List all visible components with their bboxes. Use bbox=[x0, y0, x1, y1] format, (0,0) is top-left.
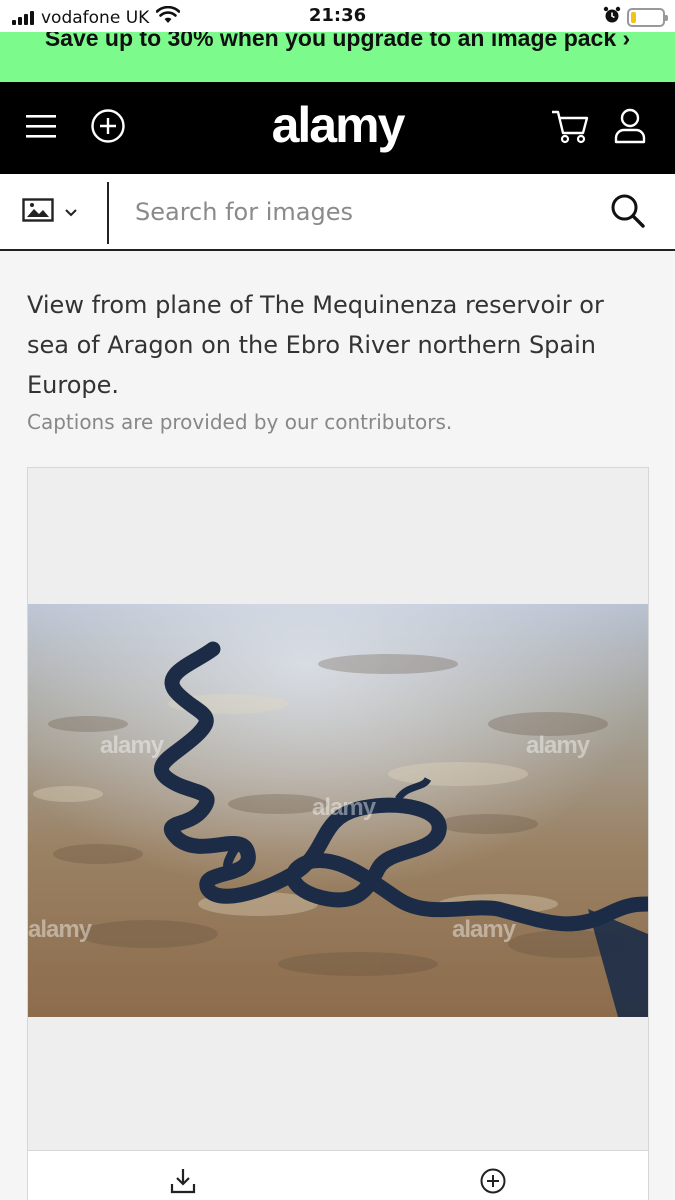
search-divider bbox=[107, 182, 109, 244]
chevron-down-icon[interactable] bbox=[64, 203, 78, 222]
account-button[interactable] bbox=[610, 82, 650, 174]
site-header: alamy bbox=[0, 82, 675, 174]
user-icon[interactable] bbox=[613, 107, 647, 149]
search-bar bbox=[0, 174, 675, 251]
search-icon[interactable] bbox=[610, 193, 646, 233]
image-caption: View from plane of The Mequinenza reserv… bbox=[27, 291, 604, 399]
status-time: 21:36 bbox=[308, 5, 367, 26]
status-right bbox=[603, 6, 668, 28]
cart-button[interactable] bbox=[548, 82, 592, 174]
promo-banner[interactable]: Save up to 30% when you upgrade to an im… bbox=[0, 32, 675, 82]
status-bar: vodafone UK 21:36 bbox=[0, 0, 675, 32]
plus-circle-icon[interactable] bbox=[479, 1167, 507, 1199]
image-card: alamy alamy alamy alamy alamy bbox=[27, 467, 649, 1200]
watermark: alamy bbox=[100, 732, 164, 759]
alarm-icon bbox=[603, 6, 621, 28]
watermark: alamy bbox=[312, 794, 376, 821]
image-icon[interactable] bbox=[22, 198, 54, 226]
add-to-lightbox-button[interactable] bbox=[475, 1165, 511, 1200]
promo-text[interactable]: Save up to 30% when you upgrade to an im… bbox=[0, 32, 675, 52]
search-input[interactable] bbox=[120, 188, 590, 236]
image-actions bbox=[28, 1150, 648, 1200]
search-button[interactable] bbox=[607, 192, 649, 234]
stock-photo[interactable]: alamy alamy alamy alamy alamy bbox=[28, 604, 648, 1017]
battery-icon bbox=[627, 7, 668, 27]
watermark: alamy bbox=[452, 916, 516, 943]
search-type-selector[interactable] bbox=[22, 192, 78, 232]
watermark: alamy bbox=[526, 732, 590, 759]
watermark: alamy bbox=[28, 916, 92, 943]
cart-icon[interactable] bbox=[550, 107, 590, 149]
download-button[interactable] bbox=[165, 1165, 201, 1200]
download-icon[interactable] bbox=[168, 1166, 198, 1200]
caption-disclaimer: Captions are provided by our contributor… bbox=[27, 410, 453, 434]
